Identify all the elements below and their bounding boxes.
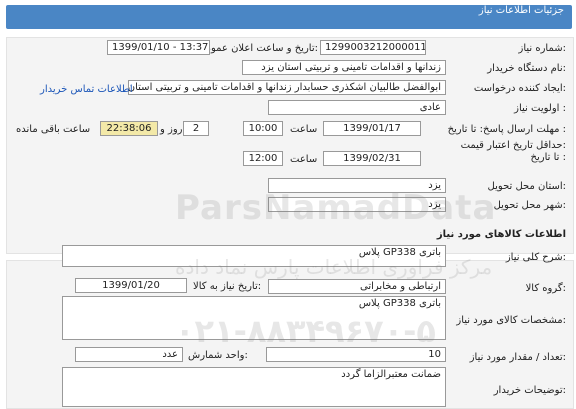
watermark-line1: مرکز فراوری اطلاعات پارس نماد داده: [175, 255, 493, 279]
need-date-field: 1399/01/20: [75, 278, 187, 293]
need-number-label: شماره نیاز:: [518, 43, 566, 54]
days-label: روز و: [160, 124, 183, 135]
buyer-notes-field: ضمانت معتبرالزاما گردد: [62, 367, 446, 407]
unit-label: واحد شمارش:: [188, 350, 248, 361]
count-field: 10: [266, 347, 446, 362]
buyer-org-label: نام دستگاه خریدار:: [487, 63, 566, 74]
remaining-label: ساعت باقی مانده: [16, 124, 91, 135]
remaining-time-field: 22:38:06: [100, 121, 158, 136]
need-number-field: 1299003212000011: [320, 40, 426, 55]
validity-time-label: ساعت: [290, 154, 318, 165]
reply-time-field: 10:00: [243, 121, 283, 136]
page-title: جزئیات اطلاعات نیاز: [478, 5, 564, 16]
validity-date-field: 1399/02/31: [323, 151, 421, 166]
validity-time-field: 12:00: [243, 151, 283, 166]
priority-label: اولویت نیاز :: [514, 103, 566, 114]
priority-field: عادی: [268, 100, 446, 115]
buyer-org-field: زندانها و اقدامات تامینی و تربیتی استان …: [242, 60, 446, 75]
watermark-brand: ParsNamadData: [175, 188, 497, 228]
until-date-label: تا تاریخ :: [530, 152, 566, 163]
requester-label: ایجاد کننده درخواست:: [473, 83, 566, 94]
reply-date-field: 1399/01/17: [323, 121, 421, 136]
need-date-label: تاریخ نیاز به کالا:: [193, 281, 262, 292]
announce-datetime-label: تاریخ و ساعت اعلان عمومی:: [197, 43, 318, 54]
reply-time-label: ساعت: [290, 124, 318, 135]
buyer-contact-link[interactable]: اطلاعات تماس خریدار: [40, 84, 133, 95]
requester-field: ابوالفضل طالبیان اشکذری حسابدار زندانها …: [128, 80, 446, 95]
goods-group-label: گروه کالا:: [525, 283, 566, 294]
announce-datetime-field: 1399/01/10 - 13:37: [107, 40, 210, 55]
general-desc-label: شرح کلی نیاز:: [505, 252, 566, 263]
buyer-notes-label: توضیحات خریدار:: [493, 385, 566, 396]
reply-deadline-label: مهلت ارسال پاسخ: تا تاریخ :: [447, 124, 566, 135]
goods-spec-label: مشخصات کالای مورد نیاز:: [456, 315, 566, 326]
goods-group-field: ارتباطی و مخابراتی: [268, 279, 446, 294]
count-label: تعداد / مقدار مورد نیاز:: [469, 352, 566, 363]
unit-field: عدد: [75, 347, 183, 362]
province-label: استان محل تحویل:: [487, 181, 566, 192]
city-label: شهر محل تحویل:: [493, 200, 566, 211]
days-left-field: 2: [183, 121, 209, 136]
watermark-phone: ۰۲۱-۸۸۳۴۹۶۷۰-۵: [175, 312, 436, 350]
goods-section-title: اطلاعات کالاهای مورد نیاز: [436, 229, 566, 240]
min-validity-label: حداقل تاریخ اعتبار قیمت:: [460, 140, 566, 151]
